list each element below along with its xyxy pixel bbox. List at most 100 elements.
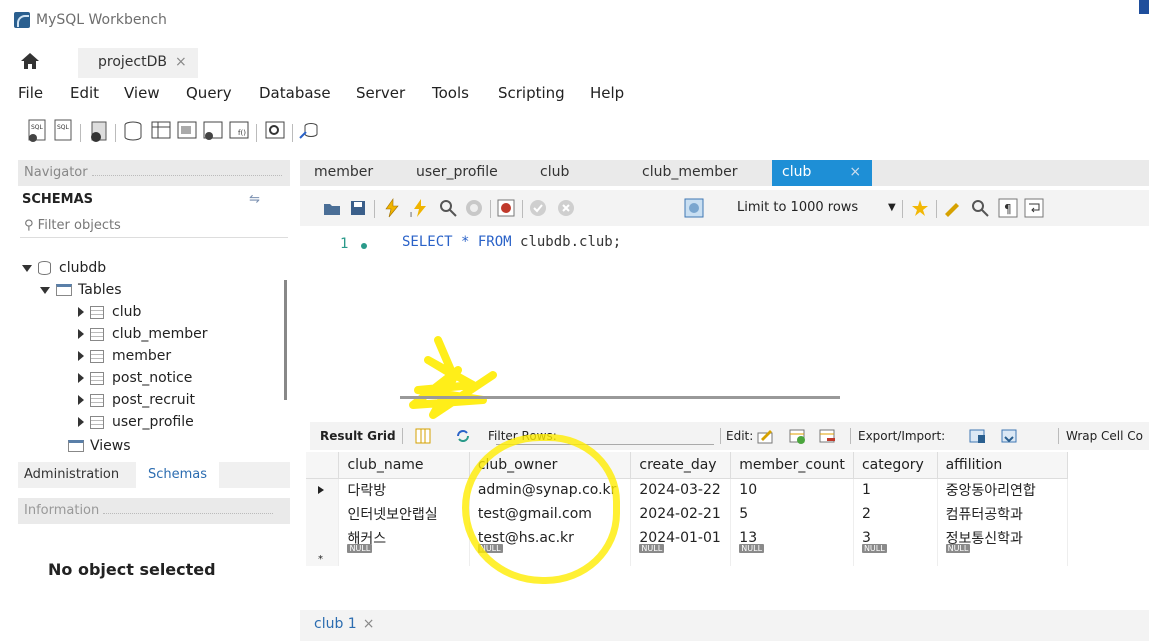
- toggle-error-icon[interactable]: [496, 198, 516, 218]
- table-item-user-profile[interactable]: user_profile: [78, 414, 194, 430]
- menu-tools[interactable]: Tools: [432, 84, 469, 102]
- menu-database[interactable]: Database: [259, 84, 331, 102]
- create-procedure-icon[interactable]: [202, 118, 224, 144]
- collapse-arrow-icon[interactable]: [78, 351, 84, 361]
- filter-objects-input[interactable]: ⚲ Filter objects: [20, 216, 288, 238]
- cell-member-count[interactable]: 10: [730, 478, 854, 502]
- expand-arrow-icon[interactable]: [22, 264, 32, 272]
- execute-icon[interactable]: [382, 198, 402, 218]
- expand-arrow-icon[interactable]: [40, 286, 50, 294]
- navigator-scrollbar[interactable]: [284, 280, 287, 400]
- create-function-icon[interactable]: f(): [228, 118, 250, 144]
- commit-icon[interactable]: [528, 198, 548, 218]
- menu-scripting[interactable]: Scripting: [498, 84, 565, 102]
- editor-scrollbar[interactable]: [400, 396, 840, 399]
- tab-user-profile[interactable]: user_profile: [416, 164, 498, 180]
- collapse-arrow-icon[interactable]: [78, 329, 84, 339]
- table-item-post-notice[interactable]: post_notice: [78, 370, 192, 386]
- menu-server[interactable]: Server: [356, 84, 405, 102]
- table-item-post-recruit[interactable]: post_recruit: [78, 392, 195, 408]
- cell-category[interactable]: 2: [853, 502, 938, 526]
- cell-affilition[interactable]: 중앙동아리연합: [937, 478, 1069, 502]
- tab-club-active[interactable]: club ×: [772, 160, 872, 186]
- result-tab-club-1[interactable]: club 1 ×: [314, 616, 374, 632]
- table-row[interactable]: 인터넷보안랩실 test@gmail.com 2024-02-21 5 2 컴퓨…: [306, 502, 1069, 526]
- new-row-marker[interactable]: *: [306, 550, 340, 566]
- close-icon[interactable]: ×: [175, 54, 187, 70]
- column-header-category[interactable]: category: [853, 452, 938, 479]
- explain-icon[interactable]: [438, 198, 458, 218]
- tab-club[interactable]: club: [540, 164, 569, 180]
- inspector-icon[interactable]: [88, 118, 110, 144]
- add-row-icon[interactable]: [788, 427, 806, 445]
- table-item-club-member[interactable]: club_member: [78, 326, 208, 342]
- sql-statement[interactable]: SELECT * FROM clubdb.club;: [402, 234, 621, 250]
- execute-current-icon[interactable]: I: [410, 198, 430, 218]
- row-header[interactable]: [306, 526, 340, 550]
- current-row-marker[interactable]: [306, 478, 340, 502]
- new-row[interactable]: * NULL NULL NULL NULL NULL NULL: [306, 544, 1069, 566]
- menu-query[interactable]: Query: [186, 84, 232, 102]
- cell-club-name[interactable]: 다락방: [338, 478, 470, 502]
- collapse-arrow-icon[interactable]: [78, 307, 84, 317]
- tab-schemas[interactable]: Schemas: [136, 462, 220, 488]
- close-icon[interactable]: ×: [849, 164, 861, 180]
- search-table-data-icon[interactable]: [264, 118, 286, 144]
- export-icon[interactable]: [968, 427, 986, 445]
- home-icon[interactable]: [20, 52, 40, 70]
- column-header-affilition[interactable]: affilition: [937, 452, 1069, 479]
- import-icon[interactable]: [1000, 427, 1018, 445]
- reconnect-icon[interactable]: [298, 118, 320, 144]
- refresh-icon[interactable]: ⇋: [249, 192, 260, 207]
- cell-create-day[interactable]: 2024-02-21: [630, 502, 732, 526]
- menu-edit[interactable]: Edit: [70, 84, 99, 102]
- menu-file[interactable]: File: [18, 84, 43, 102]
- table-item-member[interactable]: member: [78, 348, 171, 364]
- edit-row-icon[interactable]: [756, 427, 774, 445]
- column-header-create-day[interactable]: create_day: [630, 452, 732, 479]
- tab-club-member[interactable]: club_member: [642, 164, 738, 180]
- cell-affilition[interactable]: 컴퓨터공학과: [937, 502, 1069, 526]
- tables-folder[interactable]: Tables: [40, 282, 122, 298]
- open-sql-script-icon[interactable]: SQL: [52, 118, 74, 144]
- menu-help[interactable]: Help: [590, 84, 624, 102]
- schema-clubdb[interactable]: clubdb: [22, 260, 106, 276]
- collapse-arrow-icon[interactable]: [78, 417, 84, 427]
- delete-row-icon[interactable]: [818, 427, 836, 445]
- close-icon[interactable]: ×: [363, 616, 375, 632]
- beautify-icon[interactable]: [942, 198, 962, 218]
- find-icon[interactable]: [970, 198, 990, 218]
- collapse-arrow-icon[interactable]: [78, 395, 84, 405]
- create-table-icon[interactable]: [150, 118, 172, 144]
- tab-administration[interactable]: Administration: [24, 467, 119, 482]
- result-grid-label[interactable]: Result Grid: [320, 429, 396, 443]
- add-snippet-icon[interactable]: [910, 198, 930, 218]
- new-sql-tab-icon[interactable]: SQL: [26, 118, 48, 144]
- create-schema-icon[interactable]: [122, 118, 144, 144]
- cell-club-name[interactable]: 인터넷보안랩실: [338, 502, 470, 526]
- tab-member[interactable]: member: [314, 164, 373, 180]
- table-row[interactable]: 다락방 admin@synap.co.kr 2024-03-22 10 1 중앙…: [306, 478, 1069, 502]
- chevron-down-icon[interactable]: ▼: [888, 202, 896, 213]
- invisible-chars-icon[interactable]: ¶: [998, 198, 1018, 218]
- connection-tab-projectdb[interactable]: projectDB ×: [78, 48, 198, 78]
- cell-category[interactable]: 1: [853, 478, 938, 502]
- cell-create-day[interactable]: 2024-03-22: [630, 478, 732, 502]
- rollback-icon[interactable]: [556, 198, 576, 218]
- grid-view-icon[interactable]: [414, 427, 432, 445]
- row-header[interactable]: [306, 502, 340, 526]
- create-view-icon[interactable]: [176, 118, 198, 144]
- column-header-club-name[interactable]: club_name: [338, 452, 470, 479]
- collapse-arrow-icon[interactable]: [78, 373, 84, 383]
- autocommit-icon[interactable]: [684, 198, 704, 218]
- open-file-icon[interactable]: [322, 198, 342, 218]
- wrap-cell-content-label[interactable]: Wrap Cell Co: [1066, 429, 1143, 443]
- save-icon[interactable]: [348, 198, 368, 218]
- menu-view[interactable]: View: [124, 84, 160, 102]
- cell-member-count[interactable]: 5: [730, 502, 854, 526]
- word-wrap-icon[interactable]: [1024, 198, 1044, 218]
- column-header-member-count[interactable]: member_count: [730, 452, 854, 479]
- stop-icon[interactable]: [464, 198, 484, 218]
- limit-rows-select[interactable]: Limit to 1000 rows: [737, 200, 858, 215]
- views-folder[interactable]: Views: [68, 438, 131, 454]
